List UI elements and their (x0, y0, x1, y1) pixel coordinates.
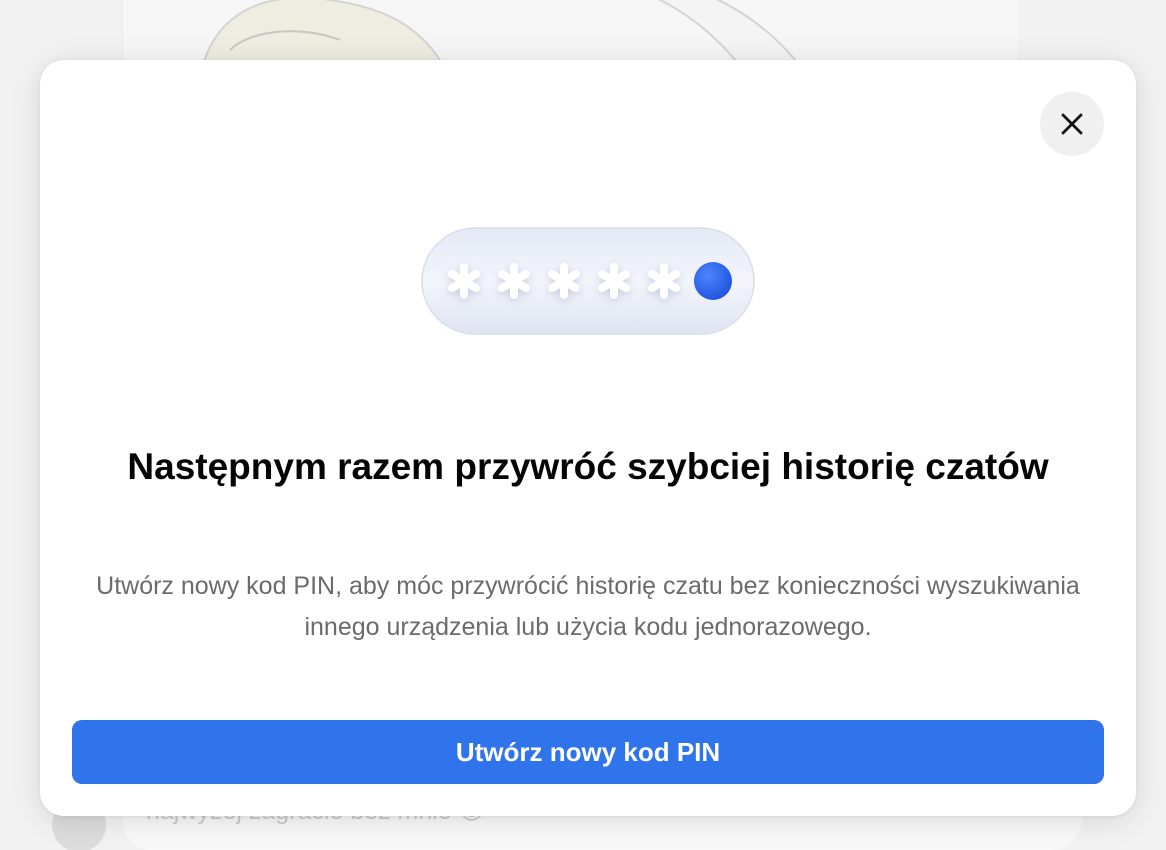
close-button[interactable] (1040, 92, 1104, 156)
close-icon (1061, 113, 1083, 135)
dialog-description: Utwórz nowy kod PIN, aby móc przywrócić … (96, 572, 1080, 641)
create-pin-button[interactable]: Utwórz nowy kod PIN (72, 720, 1104, 784)
create-pin-dialog: Następnym razem przywróć szybciej histor… (40, 60, 1136, 816)
pin-code-illustration (421, 227, 755, 335)
dialog-title: Następnym razem przywróć szybciej histor… (127, 446, 1049, 487)
